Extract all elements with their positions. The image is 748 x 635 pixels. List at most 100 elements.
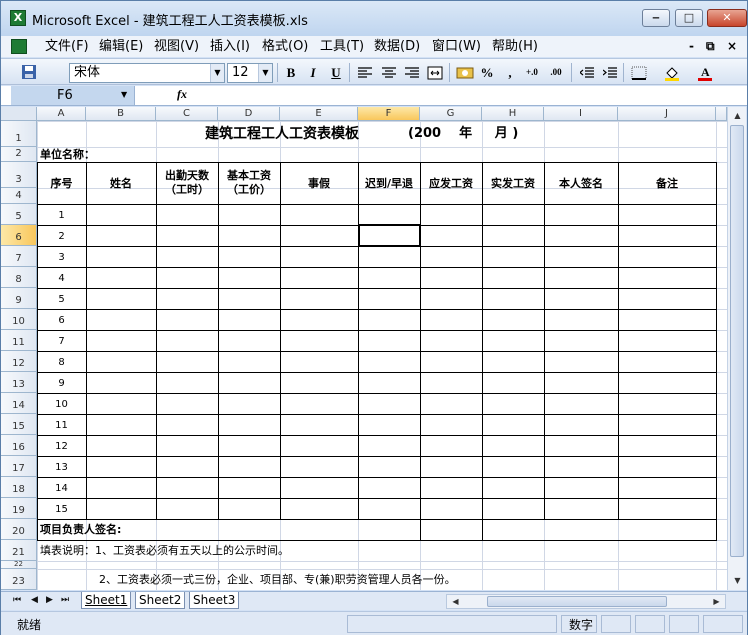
row-header-15[interactable]: 15 bbox=[1, 414, 37, 435]
table-border-line bbox=[37, 162, 717, 163]
vertical-scrollbar[interactable]: ▲ ▼ bbox=[727, 107, 746, 590]
menu-file[interactable]: 文件(F) bbox=[43, 38, 91, 55]
row-header-19[interactable]: 19 bbox=[1, 498, 37, 519]
prev-sheet-icon[interactable]: ◀ bbox=[31, 595, 38, 605]
tab-sheet1[interactable]: Sheet1 bbox=[81, 592, 132, 609]
row-header-9[interactable]: 9 bbox=[1, 288, 37, 309]
worksheet-grid[interactable]: A B C D E F G H I J 1 2 3 4 5 6 7 8 9 10… bbox=[1, 107, 727, 590]
menu-tools[interactable]: 工具(T) bbox=[318, 38, 366, 55]
menu-data[interactable]: 数据(D) bbox=[372, 38, 422, 55]
scroll-right-icon[interactable]: ▶ bbox=[708, 593, 725, 608]
row-header-12[interactable]: 12 bbox=[1, 351, 37, 372]
column-header-j[interactable]: J bbox=[618, 107, 716, 121]
menu-help[interactable]: 帮助(H) bbox=[490, 38, 540, 55]
font-size-select[interactable]: 12 ▼ bbox=[227, 63, 273, 83]
column-header-b[interactable]: B bbox=[86, 107, 156, 121]
status-panel bbox=[635, 615, 665, 633]
row-header-18[interactable]: 18 bbox=[1, 477, 37, 498]
row-header-4[interactable]: 4 bbox=[1, 188, 37, 204]
percent-button[interactable]: % bbox=[477, 63, 497, 82]
borders-button[interactable] bbox=[629, 63, 649, 82]
horizontal-scrollbar[interactable]: ◀ ▶ bbox=[446, 594, 726, 609]
sequence-number: 7 bbox=[58, 336, 65, 347]
mdi-minimize-button[interactable]: - bbox=[689, 38, 694, 55]
size-dropdown-icon[interactable]: ▼ bbox=[258, 64, 272, 82]
row-header-2[interactable]: 2 bbox=[1, 147, 37, 162]
merge-center-button[interactable] bbox=[425, 63, 445, 82]
row-header-17[interactable]: 17 bbox=[1, 456, 37, 477]
select-all-corner[interactable] bbox=[1, 107, 37, 121]
tab-sheet3[interactable]: Sheet3 bbox=[189, 592, 240, 609]
mdi-restore-button[interactable]: ⧉ bbox=[706, 38, 715, 55]
row-header-10[interactable]: 10 bbox=[1, 309, 37, 330]
column-header-k[interactable] bbox=[716, 107, 727, 121]
row-header-22[interactable]: 22 bbox=[1, 560, 37, 569]
close-button[interactable]: ✕ bbox=[707, 9, 747, 27]
menu-insert[interactable]: 插入(I) bbox=[208, 38, 252, 55]
column-header-f[interactable]: F bbox=[358, 107, 420, 121]
row-header-14[interactable]: 14 bbox=[1, 393, 37, 414]
align-center-button[interactable] bbox=[379, 63, 399, 82]
column-header-c[interactable]: C bbox=[156, 107, 218, 121]
name-box[interactable]: F6 ▼ bbox=[11, 86, 135, 105]
comma-button[interactable]: , bbox=[500, 63, 520, 82]
maximize-button[interactable]: □ bbox=[675, 9, 703, 27]
row-header-11[interactable]: 11 bbox=[1, 330, 37, 351]
row-header-6[interactable]: 6 bbox=[1, 225, 37, 246]
mdi-close-button[interactable]: × bbox=[727, 38, 737, 55]
name-box-dropdown-icon[interactable]: ▼ bbox=[121, 90, 127, 99]
font-dropdown-icon[interactable]: ▼ bbox=[210, 64, 224, 82]
row-header-5[interactable]: 5 bbox=[1, 204, 37, 225]
next-sheet-icon[interactable]: ▶ bbox=[46, 595, 53, 605]
row-header-7[interactable]: 7 bbox=[1, 246, 37, 267]
menu-view[interactable]: 视图(V) bbox=[152, 38, 201, 55]
column-header-e[interactable]: E bbox=[280, 107, 358, 121]
save-button[interactable] bbox=[19, 63, 39, 82]
scroll-left-icon[interactable]: ◀ bbox=[447, 593, 464, 608]
column-header-d[interactable]: D bbox=[218, 107, 280, 121]
column-header-h[interactable]: H bbox=[482, 107, 544, 121]
row-header-1[interactable]: 1 bbox=[1, 121, 37, 147]
align-right-button[interactable] bbox=[402, 63, 422, 82]
column-header-a[interactable]: A bbox=[37, 107, 86, 121]
table-border-line bbox=[37, 309, 717, 310]
last-sheet-icon[interactable]: ⏭ bbox=[61, 595, 69, 605]
decrease-decimal-button[interactable]: .00 bbox=[546, 63, 566, 82]
column-header-g[interactable]: G bbox=[420, 107, 482, 121]
increase-decimal-button[interactable]: +.0 bbox=[522, 63, 542, 82]
row-header-20[interactable]: 20 bbox=[1, 519, 37, 540]
align-left-button[interactable] bbox=[355, 63, 375, 82]
insert-function-button[interactable]: fx bbox=[177, 87, 187, 102]
horizontal-scroll-thumb[interactable] bbox=[487, 596, 667, 607]
vertical-scroll-thumb[interactable] bbox=[730, 125, 744, 557]
menu-window[interactable]: 窗口(W) bbox=[430, 38, 483, 55]
font-color-button[interactable]: A bbox=[695, 63, 715, 82]
currency-button[interactable] bbox=[455, 63, 475, 82]
minimize-button[interactable]: ‒ bbox=[642, 9, 670, 27]
row-header-8[interactable]: 8 bbox=[1, 267, 37, 288]
first-sheet-icon[interactable]: ⏮ bbox=[13, 595, 21, 605]
active-cell-f6[interactable] bbox=[358, 224, 421, 247]
menu-format[interactable]: 格式(O) bbox=[260, 38, 310, 55]
bold-button[interactable]: B bbox=[281, 63, 301, 82]
row-header-3[interactable]: 3 bbox=[1, 162, 37, 188]
scroll-down-icon[interactable]: ▼ bbox=[729, 572, 746, 589]
column-header-i[interactable]: I bbox=[544, 107, 618, 121]
row-header-16[interactable]: 16 bbox=[1, 435, 37, 456]
row-header-23[interactable]: 23 bbox=[1, 569, 37, 590]
fill-color-button[interactable] bbox=[662, 63, 682, 82]
excel-app-icon[interactable]: X bbox=[10, 10, 26, 26]
scroll-up-icon[interactable]: ▲ bbox=[729, 107, 746, 124]
formula-input[interactable] bbox=[198, 86, 747, 105]
decrease-indent-button[interactable] bbox=[577, 63, 597, 82]
increase-indent-button[interactable] bbox=[600, 63, 620, 82]
row-header-13[interactable]: 13 bbox=[1, 372, 37, 393]
workbook-icon[interactable] bbox=[11, 39, 27, 54]
underline-button[interactable]: U bbox=[326, 63, 346, 82]
font-name-select[interactable]: 宋体 ▼ bbox=[69, 63, 225, 83]
tab-sheet2[interactable]: Sheet2 bbox=[135, 592, 186, 609]
table-border-line bbox=[420, 162, 421, 519]
italic-button[interactable]: I bbox=[303, 63, 323, 82]
menu-edit[interactable]: 编辑(E) bbox=[97, 38, 145, 55]
row-header-21[interactable]: 21 bbox=[1, 540, 37, 561]
